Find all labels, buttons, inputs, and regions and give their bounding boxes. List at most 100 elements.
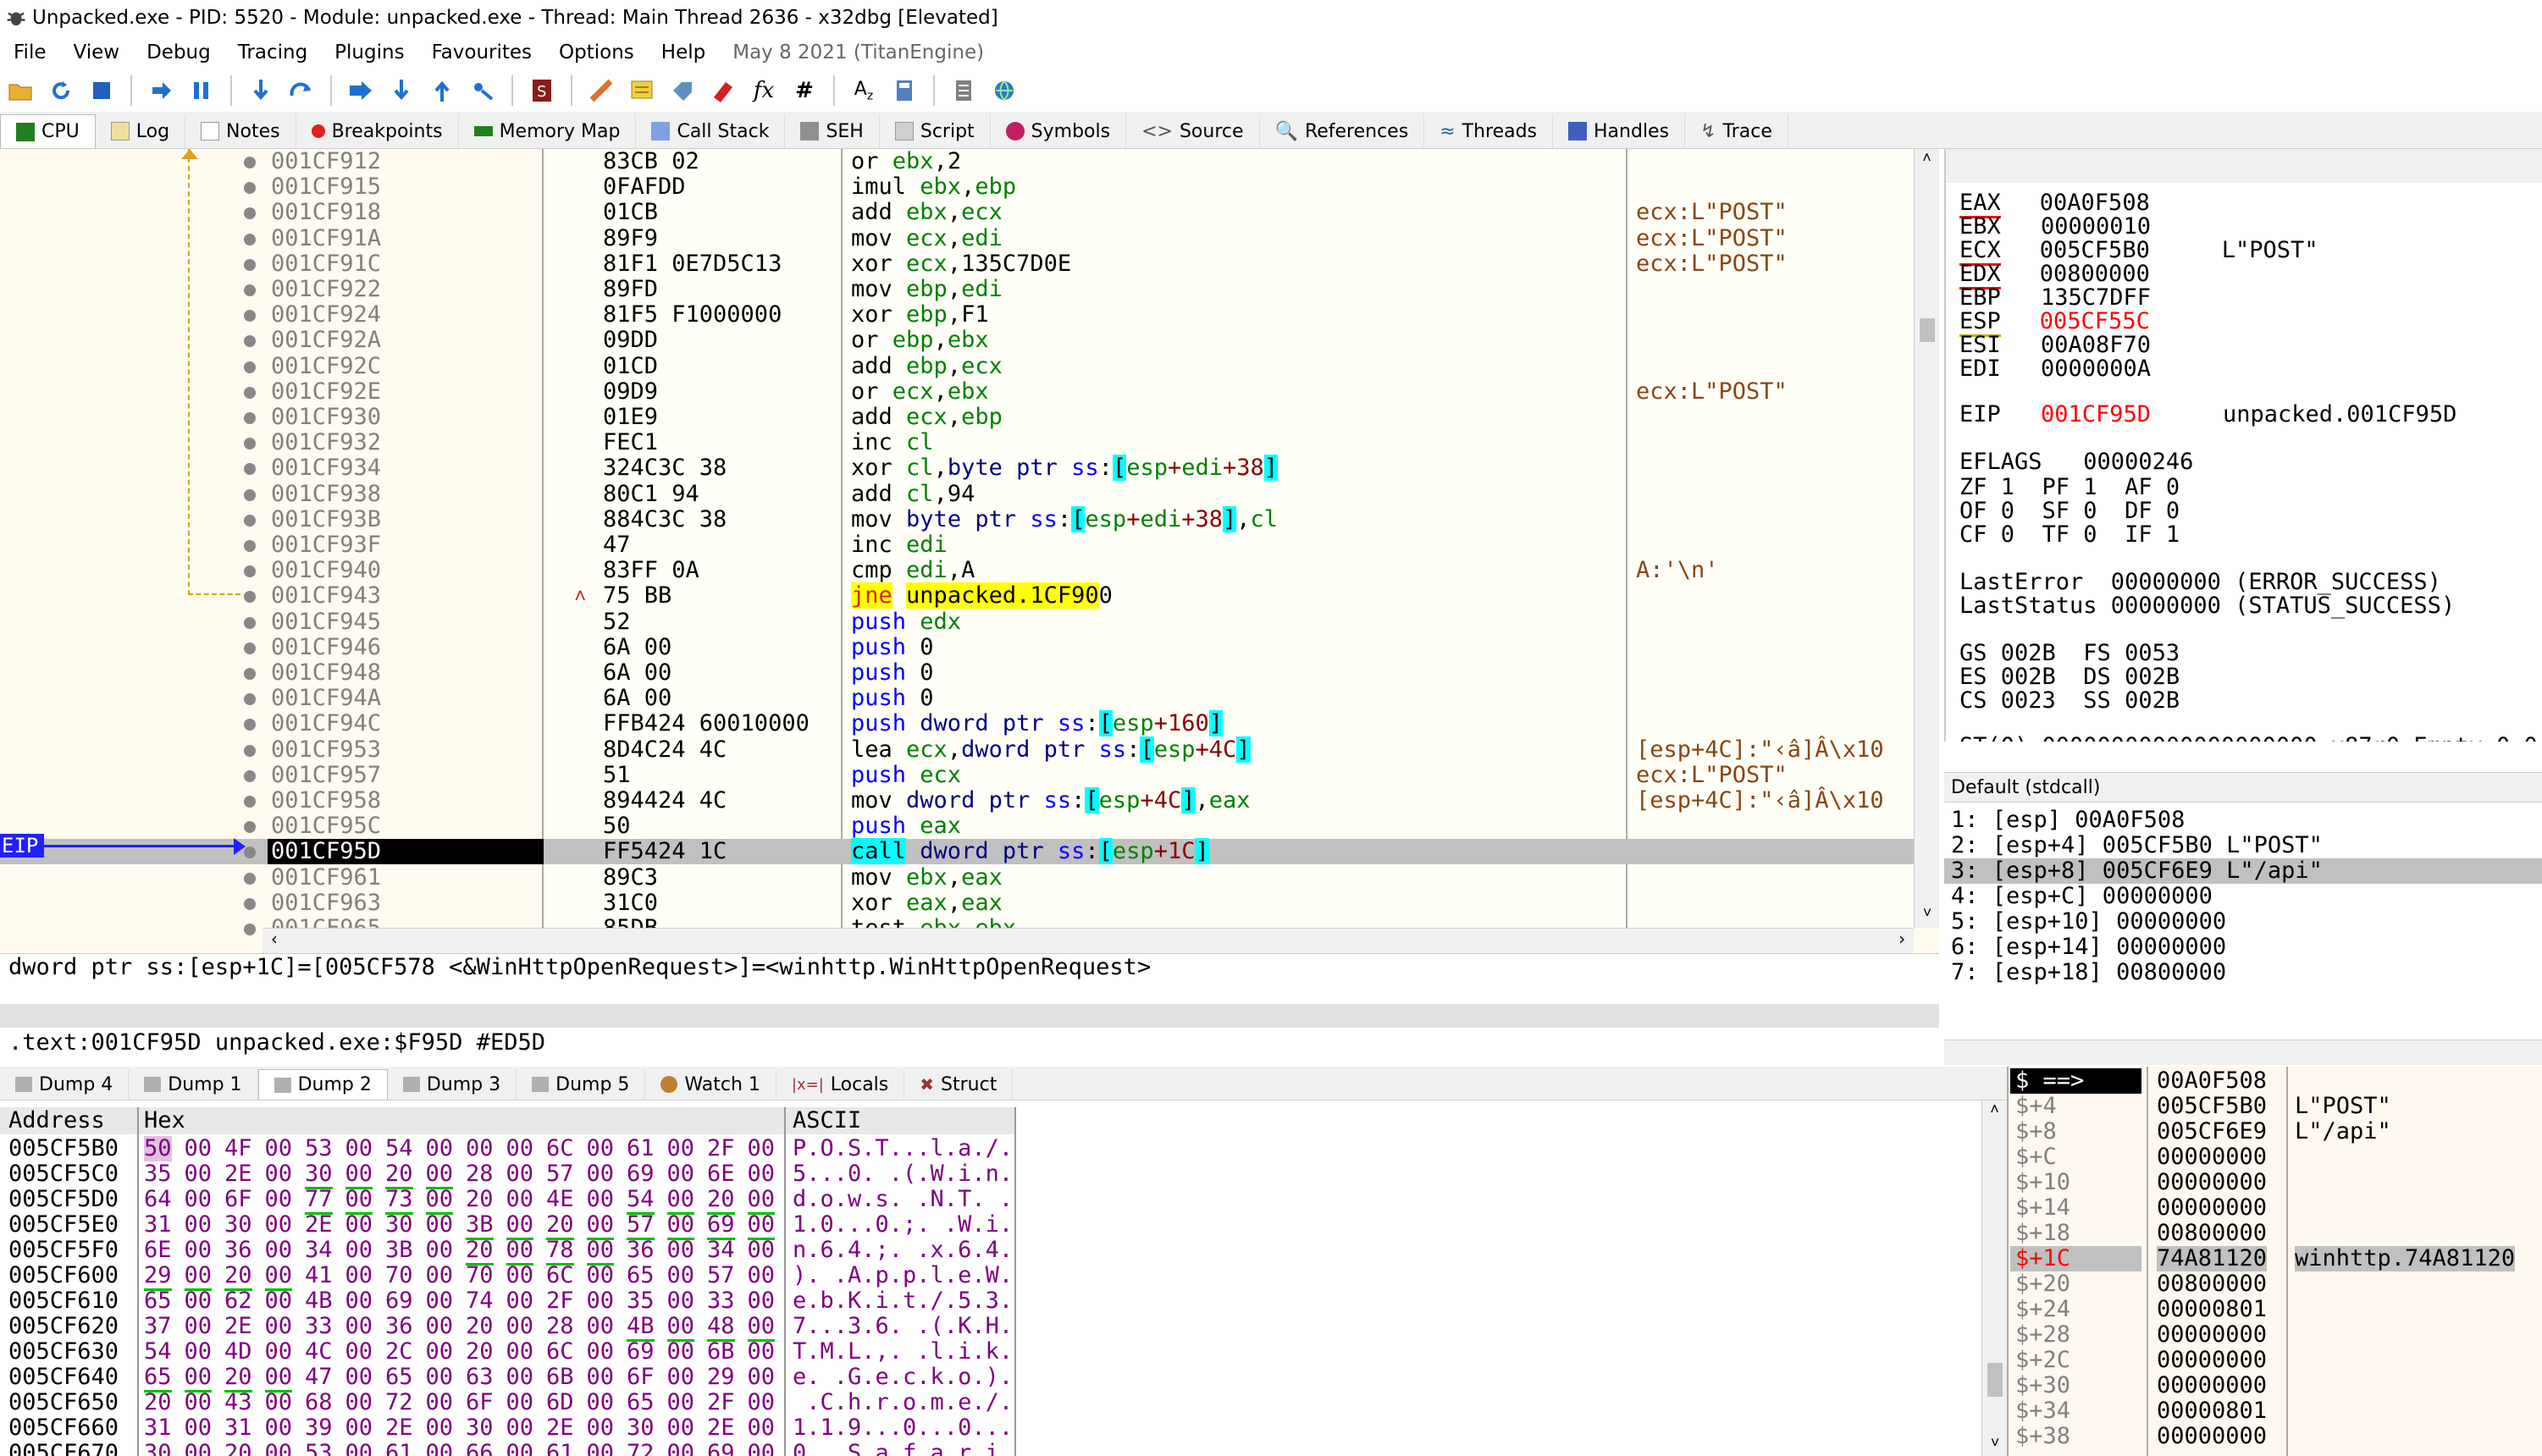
breakpoint-dot[interactable]	[244, 796, 256, 808]
hex-byte[interactable]: 00	[345, 1263, 373, 1288]
scylla-icon[interactable]: S	[527, 75, 557, 106]
hex-byte[interactable]: 00	[748, 1415, 776, 1441]
hex-byte[interactable]: 4B	[305, 1288, 333, 1314]
disassembly-row[interactable]: 001CF948 6A 00 push 0	[0, 660, 1914, 686]
disassembly-row[interactable]: 001CF93B 884C3C 38 mov byte ptr ss:[esp+ed…	[0, 505, 1914, 532]
run-to-user-code-icon[interactable]	[467, 75, 498, 106]
breakpoint-dot[interactable]	[244, 182, 256, 195]
hex-byte[interactable]: 69	[707, 1441, 735, 1456]
disassembly-row[interactable]: 001CF934 324C3C 38 xor cl,byte ptr ss:[esp…	[0, 455, 1914, 482]
hex-byte[interactable]: 00	[265, 1161, 293, 1187]
hex-byte[interactable]: 00	[506, 1288, 534, 1314]
menu-file[interactable]: File	[0, 41, 60, 63]
hex-byte[interactable]: 00	[426, 1365, 454, 1390]
tab-memory-map[interactable]: Memory Map	[459, 114, 637, 148]
hex-byte[interactable]: 53	[305, 1441, 333, 1456]
hex-byte[interactable]: 33	[305, 1314, 333, 1339]
hex-byte[interactable]: 00	[345, 1314, 373, 1339]
hex-byte[interactable]: 2E	[707, 1415, 735, 1441]
hex-byte[interactable]: 00	[345, 1339, 373, 1365]
hex-byte[interactable]: 6C	[546, 1339, 574, 1365]
stack-pane[interactable]: $ ==> 00A0F508 $+4 005CF5B0 L"POST" $+8 005CF6…	[2007, 1067, 2542, 1456]
scroll-down-arrow[interactable]: ˅	[1915, 904, 1939, 928]
stack-row[interactable]: $+14 00000000	[2009, 1195, 2542, 1221]
hex-byte[interactable]: 00	[506, 1161, 534, 1187]
flags-line[interactable]: OF 0 SF 0 DF 0	[1959, 498, 2180, 524]
disassembly-row[interactable]: 001CF92A 09DD or ebp,ebx	[0, 328, 1914, 353]
hex-byte[interactable]: 30	[627, 1415, 655, 1441]
breakpoint-dot[interactable]	[244, 361, 256, 373]
disassembly-row[interactable]: 001CF91A 89F9 mov ecx,edi ecx:L"POST"	[0, 225, 1914, 251]
stack-row[interactable]: $+C 00000000	[2009, 1144, 2542, 1170]
breakpoint-dot[interactable]	[244, 207, 256, 220]
tab-script[interactable]: Script	[880, 114, 991, 148]
breakpoint-dot[interactable]	[244, 284, 256, 296]
hex-byte[interactable]: 35	[144, 1161, 172, 1187]
argument-row[interactable]: 4: [esp+C] 00000000	[1944, 884, 2542, 909]
hex-byte[interactable]: 41	[305, 1263, 333, 1288]
hex-byte[interactable]: 69	[627, 1161, 655, 1187]
hex-byte[interactable]: 00	[265, 1415, 293, 1441]
tab-call-stack[interactable]: Call Stack	[636, 114, 786, 148]
breakpoint-dot[interactable]	[244, 514, 256, 527]
disassembly-row[interactable]: 001CF961 89C3 mov ebx,eax	[0, 864, 1914, 891]
breakpoint-dot[interactable]	[244, 642, 256, 654]
breakpoint-dot[interactable]	[244, 438, 256, 450]
hex-byte[interactable]: 00	[265, 1441, 293, 1456]
hex-byte[interactable]: 00	[587, 1415, 615, 1441]
hex-dump-pane[interactable]: Address Hex ASCII 005CF5B0 50 00 4F 00 53 00 54…	[0, 1100, 2007, 1456]
dump-row[interactable]: 005CF640 65 00 20 00 47 00 65 00 63 00 6B 00 6F 00 29 00…	[0, 1365, 1016, 1393]
hex-byte[interactable]: 43	[224, 1390, 252, 1415]
hex-byte[interactable]: 00	[748, 1441, 776, 1456]
tab-dump-5[interactable]: Dump 5	[517, 1069, 646, 1100]
argument-row[interactable]: 1: [esp] 00A0F508	[1944, 808, 2542, 833]
hex-byte[interactable]: 00	[185, 1288, 213, 1314]
hex-byte[interactable]: 50	[144, 1136, 172, 1161]
disassembly-row[interactable]: 001CF957 51 push ecx ecx:L"POST"	[0, 762, 1914, 788]
hex-byte[interactable]: 64	[144, 1187, 172, 1212]
segment-line[interactable]: GS 002B FS 0053	[1959, 640, 2180, 666]
breakpoint-dot[interactable]	[244, 386, 256, 399]
labels-icon[interactable]	[667, 75, 698, 106]
scroll-left-arrow[interactable]: ‹	[269, 929, 279, 949]
stack-row[interactable]: $ ==> 00A0F508	[2009, 1068, 2542, 1094]
hex-byte[interactable]: 3B	[385, 1238, 413, 1263]
register-esi[interactable]: ESI 00A08F70	[1959, 332, 2223, 358]
scroll-thumb[interactable]	[1920, 318, 1935, 342]
tab-threads[interactable]: ≈ Threads	[1424, 114, 1554, 148]
registers-pane[interactable]: EAX 00A0F508 EBX 00000010 ECX 005CF5B0 L"POST"…	[1944, 149, 2542, 742]
menu-plugins[interactable]: Plugins	[321, 41, 417, 63]
step-over-icon[interactable]	[286, 75, 317, 106]
hex-byte[interactable]: 00	[345, 1415, 373, 1441]
hex-byte[interactable]: 6E	[144, 1238, 172, 1263]
register-ebp[interactable]: EBP 135C7DFF	[1959, 284, 2223, 311]
hex-byte[interactable]: 00	[667, 1288, 695, 1314]
hex-byte[interactable]: 00	[587, 1136, 615, 1161]
hex-byte[interactable]: 62	[224, 1288, 252, 1314]
register-eip[interactable]: EIP 001CF95D unpacked.001CF95D	[1959, 401, 2456, 427]
argument-row[interactable]: 5: [esp+10] 00000000	[1944, 909, 2542, 935]
info-box[interactable]: dword ptr ss:[esp+1C]=[005CF578 <&WinHtt…	[0, 953, 1939, 1004]
column-header-ascii[interactable]: ASCII	[793, 1107, 861, 1134]
hex-byte[interactable]: 36	[627, 1238, 655, 1263]
menu-debug[interactable]: Debug	[133, 41, 224, 63]
hex-byte[interactable]: 2C	[385, 1339, 413, 1365]
breakpoint-dot[interactable]	[244, 157, 256, 168]
strings-icon[interactable]: Az	[848, 75, 879, 106]
hex-byte[interactable]: 00	[587, 1365, 615, 1390]
fpu-st0[interactable]: ST(0) 00000000000000000000 x87r0 Empty 0…	[1959, 733, 2538, 742]
argument-row[interactable]: 6: [esp+14] 00000000	[1944, 935, 2542, 960]
ascii-text[interactable]: e.b.K.i.t./.5.3.	[793, 1288, 1013, 1314]
bookmarks-icon[interactable]	[708, 75, 738, 106]
tab-dump-1[interactable]: Dump 1	[129, 1069, 258, 1100]
tab-references[interactable]: 🔍 References	[1260, 114, 1425, 148]
disassembly-row[interactable]: 001CF92C 01CD add ebp,ecx	[0, 353, 1914, 379]
hex-byte[interactable]: 00	[185, 1212, 213, 1238]
stack-row[interactable]: $+2C 00000000	[2009, 1348, 2542, 1373]
breakpoint-dot[interactable]	[244, 335, 256, 348]
disassembly-row[interactable]: 001CF963 31C0 xor eax,eax	[0, 890, 1914, 916]
restart-icon[interactable]	[46, 75, 76, 106]
scroll-down-arrow[interactable]: ˅	[1982, 1434, 2007, 1456]
scroll-up-arrow[interactable]: ˄	[1982, 1100, 2007, 1122]
hex-byte[interactable]: 00	[265, 1187, 293, 1212]
